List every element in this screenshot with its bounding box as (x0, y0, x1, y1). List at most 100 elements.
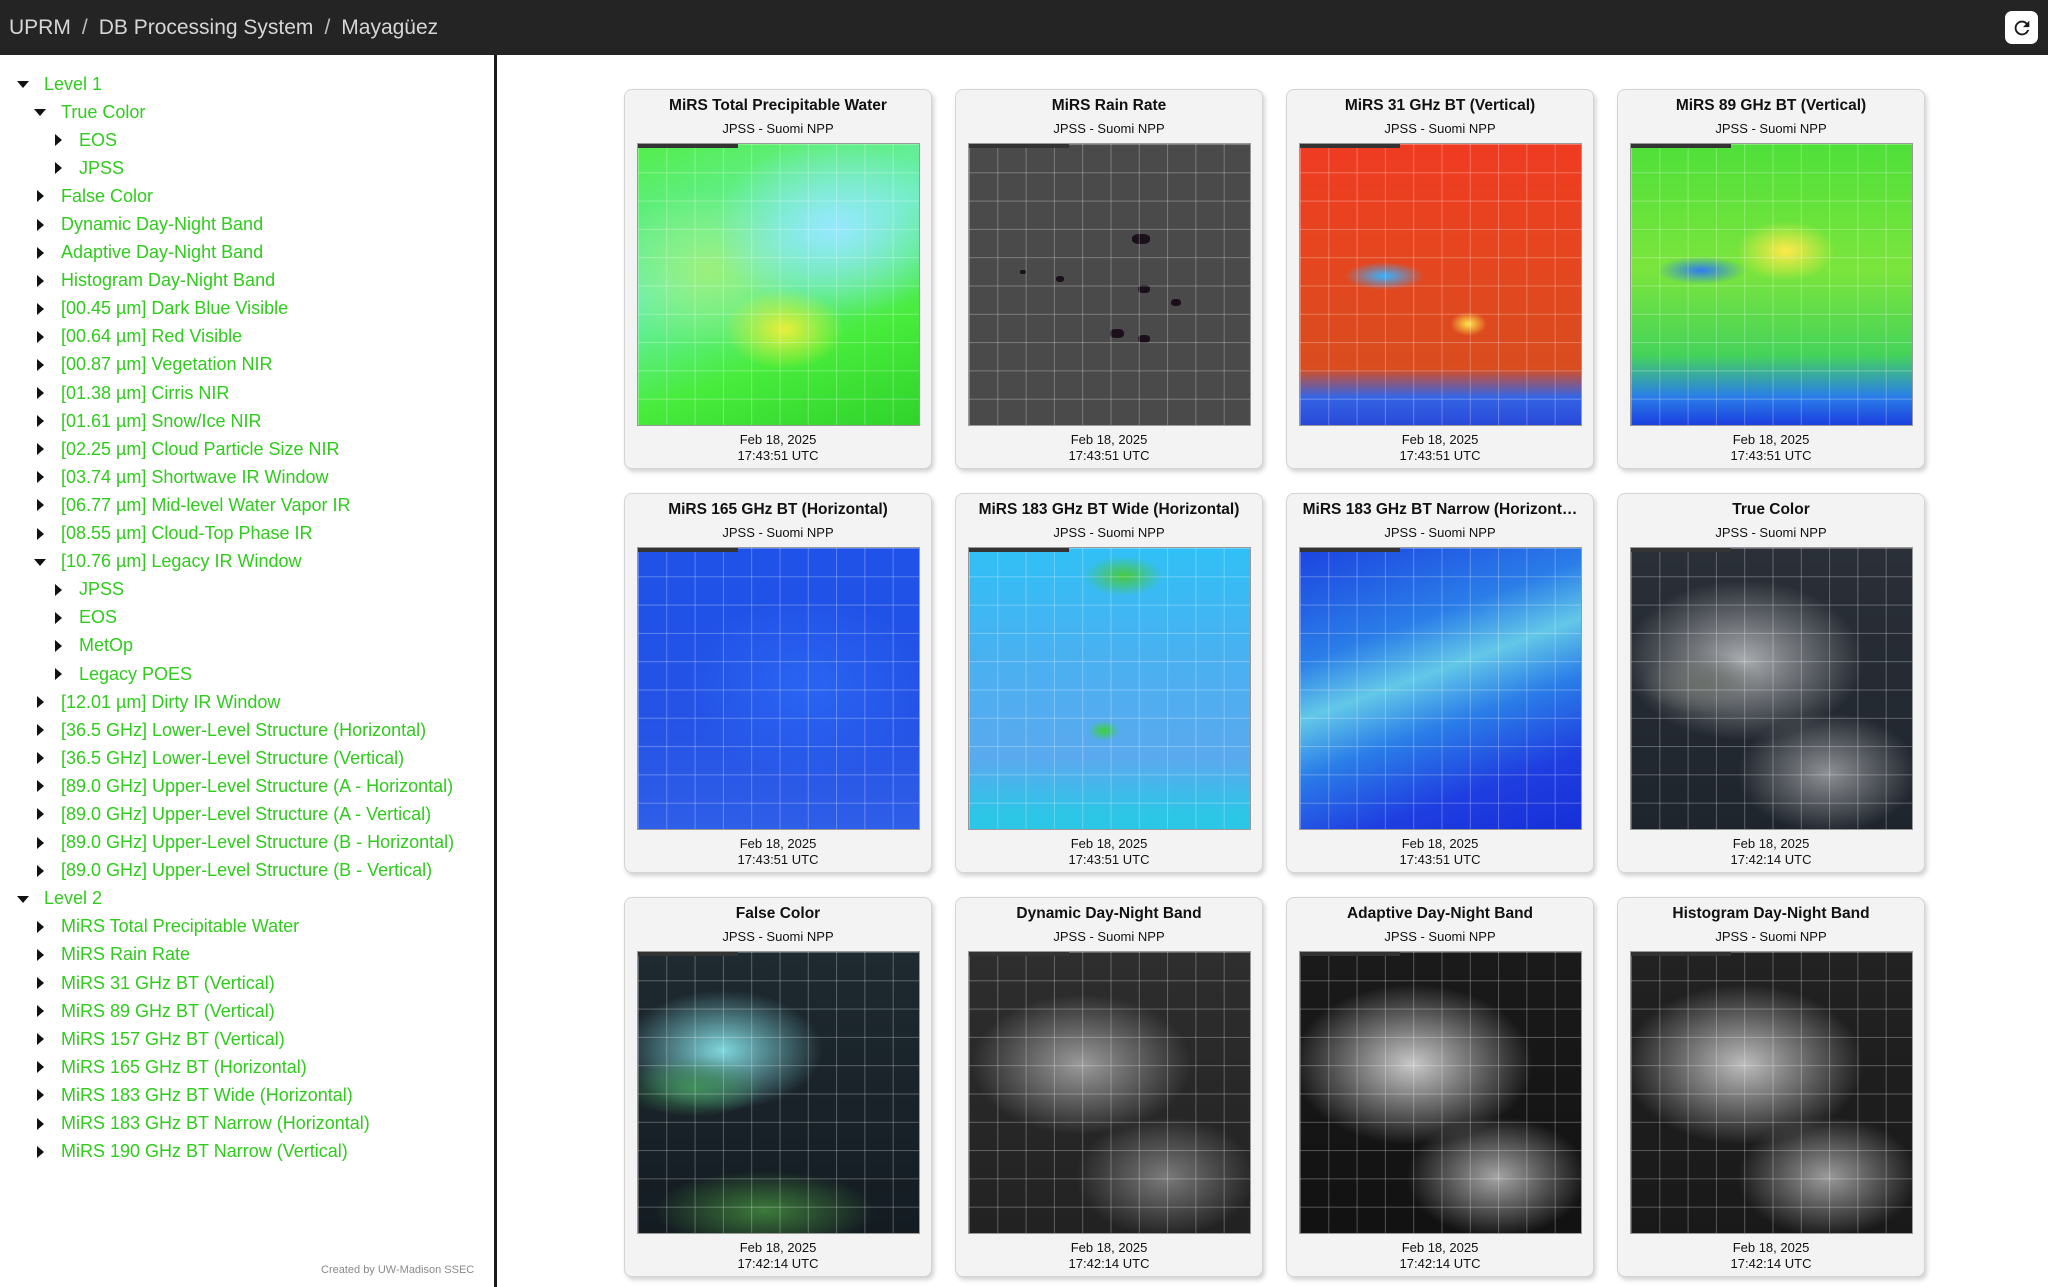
caret-right-icon[interactable] (33, 920, 47, 934)
tree-item-01-38-m-cirris-nir[interactable]: [01.38 µm] Cirris NIR (0, 379, 494, 407)
refresh-button[interactable] (2005, 11, 2038, 44)
tree-item-89-0-ghz-upper-level-structure-a-horizontal[interactable]: [89.0 GHz] Upper-Level Structure (A - Ho… (0, 772, 494, 800)
product-card-mirs-total-precipitable-water[interactable]: MiRS Total Precipitable Water JPSS - Suom… (624, 89, 932, 469)
tree-item-metop[interactable]: MetOp (0, 632, 494, 660)
product-thumbnail[interactable] (637, 951, 920, 1234)
caret-right-icon[interactable] (33, 302, 47, 316)
caret-right-icon[interactable] (33, 976, 47, 990)
caret-down-icon[interactable] (33, 105, 47, 119)
tree-item-89-0-ghz-upper-level-structure-b-vertical[interactable]: [89.0 GHz] Upper-Level Structure (B - Ve… (0, 857, 494, 885)
tree-item-10-76-m-legacy-ir-window[interactable]: [10.76 µm] Legacy IR Window (0, 548, 494, 576)
product-card-dynamic-day-night-band[interactable]: Dynamic Day-Night Band JPSS - Suomi NPP Fe… (955, 897, 1263, 1277)
caret-right-icon[interactable] (33, 218, 47, 232)
tree-item-12-01-m-dirty-ir-window[interactable]: [12.01 µm] Dirty IR Window (0, 688, 494, 716)
tree-item-01-61-m-snow-ice-nir[interactable]: [01.61 µm] Snow/Ice NIR (0, 407, 494, 435)
caret-right-icon[interactable] (33, 1088, 47, 1102)
caret-down-icon[interactable] (33, 555, 47, 569)
tree-item-jpss[interactable]: JPSS (0, 154, 494, 182)
caret-right-icon[interactable] (51, 639, 65, 653)
caret-right-icon[interactable] (33, 948, 47, 962)
tree-item-mirs-183-ghz-bt-wide-horizontal[interactable]: MiRS 183 GHz BT Wide (Horizontal) (0, 1081, 494, 1109)
breadcrumb-mayaguez[interactable]: Mayagüez (341, 16, 438, 40)
product-thumbnail[interactable] (968, 547, 1251, 830)
tree-item-eos[interactable]: EOS (0, 604, 494, 632)
tree-item-histogram-day-night-band[interactable]: Histogram Day-Night Band (0, 267, 494, 295)
tree-item-mirs-total-precipitable-water[interactable]: MiRS Total Precipitable Water (0, 913, 494, 941)
caret-right-icon[interactable] (33, 442, 47, 456)
caret-right-icon[interactable] (33, 807, 47, 821)
tree-item-mirs-157-ghz-bt-vertical[interactable]: MiRS 157 GHz BT (Vertical) (0, 1025, 494, 1053)
caret-right-icon[interactable] (33, 386, 47, 400)
tree-item-legacy-poes[interactable]: Legacy POES (0, 660, 494, 688)
caret-right-icon[interactable] (33, 836, 47, 850)
caret-right-icon[interactable] (33, 358, 47, 372)
product-thumbnail[interactable] (1630, 143, 1913, 426)
caret-right-icon[interactable] (33, 695, 47, 709)
tree-item-mirs-rain-rate[interactable]: MiRS Rain Rate (0, 941, 494, 969)
tree-item-36-5-ghz-lower-level-structure-horizontal[interactable]: [36.5 GHz] Lower-Level Structure (Horizo… (0, 716, 494, 744)
caret-right-icon[interactable] (33, 751, 47, 765)
tree-item-eos[interactable]: EOS (0, 126, 494, 154)
tree-item-adaptive-day-night-band[interactable]: Adaptive Day-Night Band (0, 239, 494, 267)
caret-right-icon[interactable] (33, 1004, 47, 1018)
product-thumbnail[interactable] (1630, 547, 1913, 830)
tree-item-00-45-m-dark-blue-visible[interactable]: [00.45 µm] Dark Blue Visible (0, 295, 494, 323)
caret-right-icon[interactable] (51, 667, 65, 681)
tree-item-06-77-m-mid-level-water-vapor-ir[interactable]: [06.77 µm] Mid-level Water Vapor IR (0, 491, 494, 519)
tree-item-dynamic-day-night-band[interactable]: Dynamic Day-Night Band (0, 210, 494, 238)
caret-right-icon[interactable] (33, 1117, 47, 1131)
product-thumbnail[interactable] (1299, 951, 1582, 1234)
product-card-mirs-89-ghz-bt-vertical[interactable]: MiRS 89 GHz BT (Vertical) JPSS - Suomi NP… (1617, 89, 1925, 469)
tree-item-jpss[interactable]: JPSS (0, 576, 494, 604)
caret-right-icon[interactable] (33, 189, 47, 203)
product-card-mirs-183-ghz-bt-narrow-horizont[interactable]: MiRS 183 GHz BT Narrow (Horizont… JPSS - … (1286, 493, 1594, 873)
tree-item-level-2[interactable]: Level 2 (0, 885, 494, 913)
product-card-adaptive-day-night-band[interactable]: Adaptive Day-Night Band JPSS - Suomi NPP F… (1286, 897, 1594, 1277)
tree-item-mirs-165-ghz-bt-horizontal[interactable]: MiRS 165 GHz BT (Horizontal) (0, 1053, 494, 1081)
tree-item-03-74-m-shortwave-ir-window[interactable]: [03.74 µm] Shortwave IR Window (0, 463, 494, 491)
product-card-mirs-31-ghz-bt-vertical[interactable]: MiRS 31 GHz BT (Vertical) JPSS - Suomi NP… (1286, 89, 1594, 469)
caret-right-icon[interactable] (51, 161, 65, 175)
tree-item-mirs-183-ghz-bt-narrow-horizontal[interactable]: MiRS 183 GHz BT Narrow (Horizontal) (0, 1109, 494, 1137)
caret-down-icon[interactable] (16, 77, 30, 91)
caret-down-icon[interactable] (16, 892, 30, 906)
product-card-false-color[interactable]: False Color JPSS - Suomi NPP Feb 18, 2025 1… (624, 897, 932, 1277)
tree-item-mirs-190-ghz-bt-narrow-vertical[interactable]: MiRS 190 GHz BT Narrow (Vertical) (0, 1138, 494, 1166)
tree-item-00-64-m-red-visible[interactable]: [00.64 µm] Red Visible (0, 323, 494, 351)
tree-item-89-0-ghz-upper-level-structure-b-horizontal[interactable]: [89.0 GHz] Upper-Level Structure (B - Ho… (0, 829, 494, 857)
breadcrumb-uprm[interactable]: UPRM (9, 16, 71, 40)
caret-right-icon[interactable] (33, 1032, 47, 1046)
product-thumbnail[interactable] (968, 951, 1251, 1234)
caret-right-icon[interactable] (51, 611, 65, 625)
caret-right-icon[interactable] (33, 1060, 47, 1074)
caret-right-icon[interactable] (33, 414, 47, 428)
product-thumbnail[interactable] (637, 143, 920, 426)
product-thumbnail[interactable] (1299, 143, 1582, 426)
caret-right-icon[interactable] (33, 246, 47, 260)
caret-right-icon[interactable] (51, 583, 65, 597)
caret-right-icon[interactable] (33, 274, 47, 288)
caret-right-icon[interactable] (33, 498, 47, 512)
breadcrumb-db-processing-system[interactable]: DB Processing System (99, 16, 314, 40)
tree-item-mirs-89-ghz-bt-vertical[interactable]: MiRS 89 GHz BT (Vertical) (0, 997, 494, 1025)
tree-item-true-color[interactable]: True Color (0, 98, 494, 126)
tree-item-false-color[interactable]: False Color (0, 182, 494, 210)
tree-item-36-5-ghz-lower-level-structure-vertical[interactable]: [36.5 GHz] Lower-Level Structure (Vertic… (0, 744, 494, 772)
tree-item-89-0-ghz-upper-level-structure-a-vertical[interactable]: [89.0 GHz] Upper-Level Structure (A - Ve… (0, 800, 494, 828)
tree-item-08-55-m-cloud-top-phase-ir[interactable]: [08.55 µm] Cloud-Top Phase IR (0, 520, 494, 548)
caret-right-icon[interactable] (33, 779, 47, 793)
tree-item-mirs-31-ghz-bt-vertical[interactable]: MiRS 31 GHz BT (Vertical) (0, 969, 494, 997)
product-thumbnail[interactable] (1630, 951, 1913, 1234)
caret-right-icon[interactable] (33, 470, 47, 484)
caret-right-icon[interactable] (51, 133, 65, 147)
tree-item-02-25-m-cloud-particle-size-nir[interactable]: [02.25 µm] Cloud Particle Size NIR (0, 435, 494, 463)
tree-item-00-87-m-vegetation-nir[interactable]: [00.87 µm] Vegetation NIR (0, 351, 494, 379)
product-card-mirs-183-ghz-bt-wide-horizontal[interactable]: MiRS 183 GHz BT Wide (Horizontal) JPSS - … (955, 493, 1263, 873)
product-card-mirs-165-ghz-bt-horizontal[interactable]: MiRS 165 GHz BT (Horizontal) JPSS - Suomi… (624, 493, 932, 873)
product-thumbnail[interactable] (1299, 547, 1582, 830)
caret-right-icon[interactable] (33, 330, 47, 344)
product-card-histogram-day-night-band[interactable]: Histogram Day-Night Band JPSS - Suomi NPP… (1617, 897, 1925, 1277)
caret-right-icon[interactable] (33, 527, 47, 541)
caret-right-icon[interactable] (33, 723, 47, 737)
product-card-true-color[interactable]: True Color JPSS - Suomi NPP Feb 18, 2025 17… (1617, 493, 1925, 873)
